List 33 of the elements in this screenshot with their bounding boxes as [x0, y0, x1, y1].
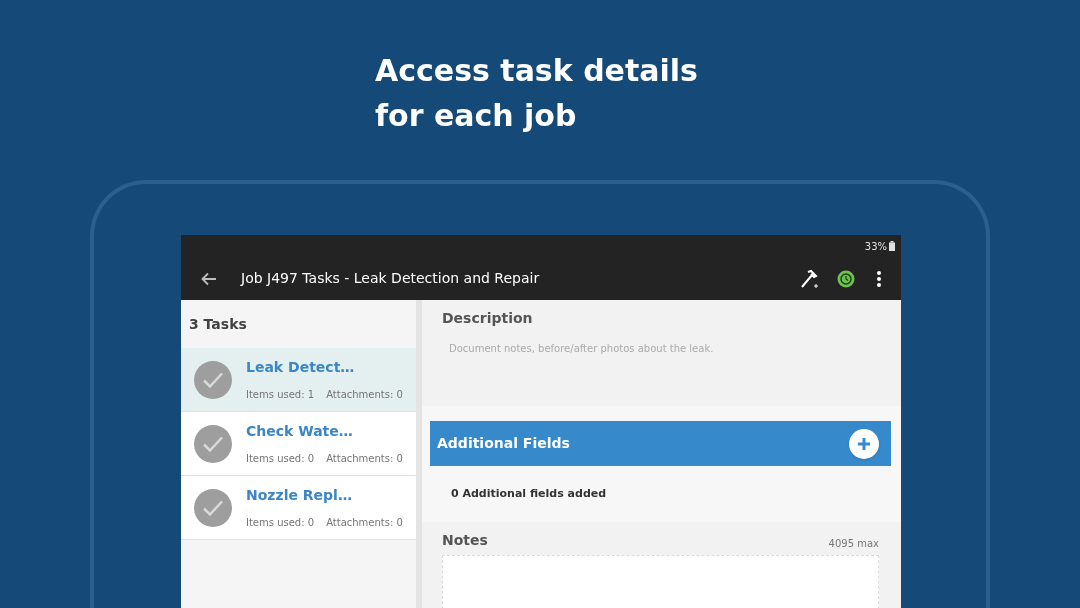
hammer-icon[interactable]	[799, 268, 819, 289]
check-circle-icon	[194, 360, 232, 399]
description-label: Description	[442, 309, 534, 328]
task-count: 3 Tasks	[188, 314, 248, 334]
description-text: Document notes, before/after photos about the leak.	[448, 342, 715, 356]
toolbar-title: Job J497 Tasks - Leak Detection and Repair	[241, 269, 541, 288]
additional-fields-title: Additional Fields	[437, 434, 570, 453]
attachments-text: Attachments: 0	[326, 516, 403, 530]
headline-text: for each job	[375, 97, 578, 135]
battery-icon	[889, 241, 895, 251]
attachments-text: Attachments: 0	[326, 388, 403, 402]
items-used-text: Items used: 0	[246, 452, 315, 466]
additional-fields-summary: 0 Additional fields added	[450, 485, 608, 502]
notes-limit: 4095 max	[828, 537, 879, 551]
items-used-text: Items used: 0	[246, 516, 315, 530]
plus-icon	[857, 436, 871, 451]
task-name: Leak Detect…	[246, 358, 356, 377]
items-used-text: Items used: 1	[246, 388, 315, 402]
more-icon[interactable]	[877, 270, 881, 287]
headline-text: Access task details	[375, 52, 699, 90]
task-item[interactable]: Nozzle Repl… Items used: 0 Attachments: 0	[181, 476, 416, 540]
attachments-text: Attachments: 0	[326, 452, 403, 466]
task-name: Check Wate…	[246, 422, 354, 441]
battery-text: 33%	[864, 239, 887, 254]
clock-icon[interactable]	[837, 269, 855, 288]
back-arrow-icon[interactable]	[201, 271, 217, 286]
task-name: Nozzle Repl…	[246, 486, 353, 505]
check-circle-icon	[194, 424, 232, 463]
task-item[interactable]: Leak Detect… Items used: 1 Attachments: 0	[181, 348, 416, 412]
add-button[interactable]	[849, 428, 879, 459]
check-circle-icon	[194, 488, 232, 527]
task-item[interactable]: Check Wate… Items used: 0 Attachments: 0	[181, 412, 416, 476]
notes-label: Notes	[442, 531, 488, 550]
